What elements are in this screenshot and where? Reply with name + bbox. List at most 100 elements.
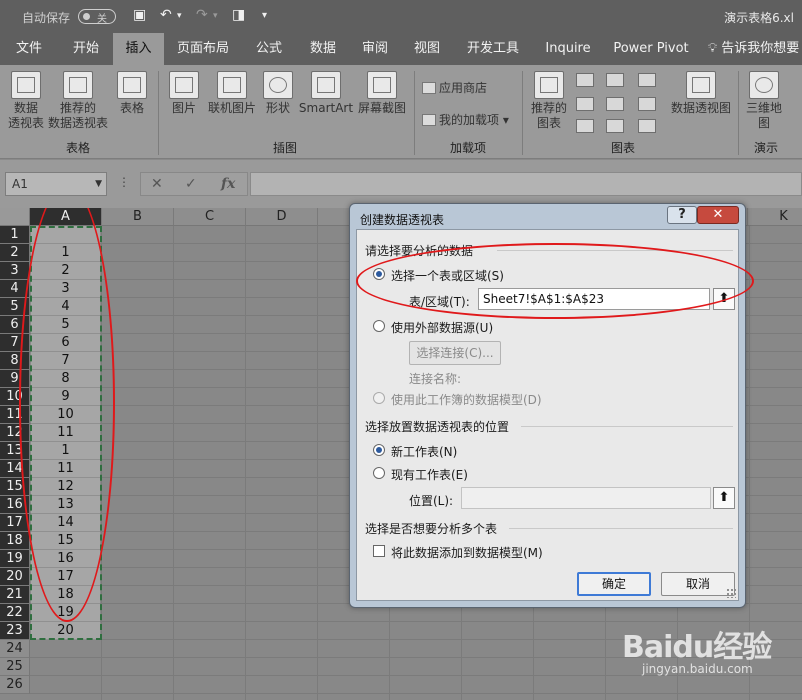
my-addins-button[interactable]: 我的加载项 ▾ bbox=[422, 111, 509, 128]
print-preview-icon[interactable]: ◨ bbox=[232, 7, 245, 23]
tab-developer[interactable]: 开发工具 bbox=[460, 33, 526, 65]
add-to-data-model-checkbox[interactable] bbox=[373, 545, 385, 557]
select-all-corner[interactable] bbox=[0, 208, 30, 226]
waterfall-chart-icon[interactable] bbox=[638, 73, 656, 87]
row-header[interactable]: 26 bbox=[0, 676, 30, 694]
radio-external-source-label[interactable]: 使用外部数据源(U) bbox=[391, 319, 493, 336]
tab-inquire[interactable]: Inquire bbox=[536, 33, 600, 65]
pie-chart-icon[interactable] bbox=[576, 119, 594, 133]
scatter-chart-icon[interactable] bbox=[606, 119, 624, 133]
autosave-toggle[interactable]: 关 bbox=[78, 9, 116, 25]
online-pictures-button[interactable]: 联机图片 bbox=[204, 71, 260, 116]
row-header[interactable]: 25 bbox=[0, 658, 30, 676]
column-header-b[interactable]: B bbox=[102, 208, 174, 226]
dialog-title: 创建数据透视表 bbox=[360, 213, 445, 227]
table-label: 表格 bbox=[119, 101, 144, 115]
formula-input[interactable] bbox=[250, 172, 802, 196]
recommended-pivottables-button[interactable]: 推荐的 数据透视表 bbox=[46, 71, 110, 131]
location-input[interactable] bbox=[461, 487, 711, 509]
undo-dropdown-icon[interactable]: ▾ bbox=[177, 11, 182, 21]
shapes-button[interactable]: 形状 bbox=[260, 71, 296, 116]
redo-icon[interactable]: ↷ bbox=[196, 7, 208, 23]
row-header[interactable]: 18 bbox=[0, 532, 30, 550]
tell-me-search[interactable]: 💡︎ 告诉我你想要 bbox=[708, 33, 802, 65]
radio-existing-worksheet[interactable] bbox=[373, 467, 385, 479]
row-header[interactable]: 2 bbox=[0, 244, 30, 262]
pictures-button[interactable]: 图片 bbox=[164, 71, 204, 116]
cancel-icon[interactable]: ✕ bbox=[151, 176, 163, 192]
tell-me-text: 告诉我你想要 bbox=[721, 41, 800, 56]
pivotchart-label: 数据透视图 bbox=[670, 101, 731, 115]
help-button[interactable]: ? bbox=[667, 206, 697, 224]
online-pictures-icon bbox=[217, 71, 247, 99]
tab-page-layout[interactable]: 页面布局 bbox=[170, 33, 236, 65]
table-button[interactable]: 表格 bbox=[112, 71, 152, 116]
screenshot-button[interactable]: 屏幕截图 bbox=[354, 71, 410, 116]
name-box-dropdown-icon[interactable]: ▼ bbox=[95, 173, 102, 195]
tab-home[interactable]: 开始 bbox=[60, 33, 112, 65]
radio-external-source[interactable] bbox=[373, 320, 385, 332]
3d-map-label-2: 图 bbox=[757, 116, 770, 130]
tab-view[interactable]: 视图 bbox=[404, 33, 450, 65]
row-header[interactable]: 1 bbox=[0, 226, 30, 244]
name-box[interactable]: A1 ▼ bbox=[5, 172, 107, 196]
tab-formulas[interactable]: 公式 bbox=[246, 33, 292, 65]
store-button[interactable]: 应用商店 bbox=[422, 79, 487, 96]
row-header[interactable]: 21 bbox=[0, 586, 30, 604]
hierarchy-chart-icon[interactable] bbox=[606, 73, 624, 87]
surface-chart-icon[interactable] bbox=[638, 119, 656, 133]
customize-qat-icon[interactable]: ▾ bbox=[262, 10, 267, 21]
statistic-chart-icon[interactable] bbox=[606, 97, 624, 111]
insert-function-icon[interactable]: fx bbox=[221, 176, 235, 192]
resize-grip-icon[interactable] bbox=[726, 588, 736, 598]
column-header-k[interactable]: K bbox=[748, 208, 802, 226]
pictures-icon bbox=[169, 71, 199, 99]
row-header[interactable]: 19 bbox=[0, 550, 30, 568]
location-label: 位置(L): bbox=[409, 494, 454, 508]
row-header[interactable]: 20 bbox=[0, 568, 30, 586]
section-placement: 选择放置数据透视表的位置 bbox=[365, 420, 510, 434]
addins-icon bbox=[422, 114, 436, 126]
tab-data[interactable]: 数据 bbox=[300, 33, 346, 65]
group-label-illustrations: 插图 bbox=[272, 141, 297, 155]
recommended-charts-label-1: 推荐的 bbox=[530, 101, 567, 115]
ribbon-separator bbox=[522, 71, 523, 155]
undo-icon[interactable]: ↶ bbox=[160, 7, 172, 23]
radio-existing-worksheet-label[interactable]: 现有工作表(E) bbox=[391, 466, 468, 483]
row-header[interactable]: 22 bbox=[0, 604, 30, 622]
radio-new-worksheet-label[interactable]: 新工作表(N) bbox=[391, 443, 457, 460]
tab-file[interactable]: 文件 bbox=[6, 33, 52, 65]
ok-button[interactable]: 确定 bbox=[577, 572, 651, 596]
recommended-charts-button[interactable]: 推荐的 图表 bbox=[528, 71, 570, 131]
3d-map-button[interactable]: 三维地 图 bbox=[742, 71, 786, 131]
recommended-pivottables-label-1: 推荐的 bbox=[59, 101, 96, 115]
close-button[interactable]: ✕ bbox=[697, 206, 739, 224]
redo-dropdown-icon[interactable]: ▾ bbox=[213, 11, 218, 21]
pivotchart-button[interactable]: 数据透视图 bbox=[668, 71, 734, 116]
more-options-icon[interactable]: ⋮ bbox=[118, 175, 130, 189]
column-header-c[interactable]: C bbox=[174, 208, 246, 226]
column-header-d[interactable]: D bbox=[246, 208, 318, 226]
3d-map-label-1: 三维地 bbox=[745, 101, 782, 115]
smartart-button[interactable]: SmartArt bbox=[298, 71, 354, 116]
autosave-toggle-state: 关 bbox=[97, 14, 107, 25]
location-picker-icon[interactable]: ⬆ bbox=[713, 487, 735, 509]
row-header[interactable]: 24 bbox=[0, 640, 30, 658]
cancel-button[interactable]: 取消 bbox=[661, 572, 735, 596]
pivottable-button[interactable]: 数据 透视表 bbox=[4, 71, 48, 131]
save-icon[interactable]: ▣ bbox=[133, 7, 146, 23]
tab-review[interactable]: 审阅 bbox=[352, 33, 398, 65]
tab-insert[interactable]: 插入 bbox=[113, 33, 164, 65]
combo-chart-icon[interactable] bbox=[638, 97, 656, 111]
enter-icon[interactable]: ✓ bbox=[185, 176, 197, 192]
line-chart-icon[interactable] bbox=[576, 97, 594, 111]
row-header[interactable]: 23 bbox=[0, 622, 30, 640]
row-header[interactable]: 3 bbox=[0, 262, 30, 280]
column-chart-icon[interactable] bbox=[576, 73, 594, 87]
ribbon-insert: 数据 透视表 推荐的 数据透视表 表格 表格 图片 联机图片 形状 SmartA… bbox=[0, 65, 802, 159]
choose-connection-button[interactable]: 选择连接(C)... bbox=[409, 341, 501, 365]
radio-new-worksheet[interactable] bbox=[373, 444, 385, 456]
globe-icon bbox=[749, 71, 779, 99]
tab-power-pivot[interactable]: Power Pivot bbox=[608, 33, 694, 65]
add-to-data-model-label[interactable]: 将此数据添加到数据模型(M) bbox=[391, 544, 543, 561]
